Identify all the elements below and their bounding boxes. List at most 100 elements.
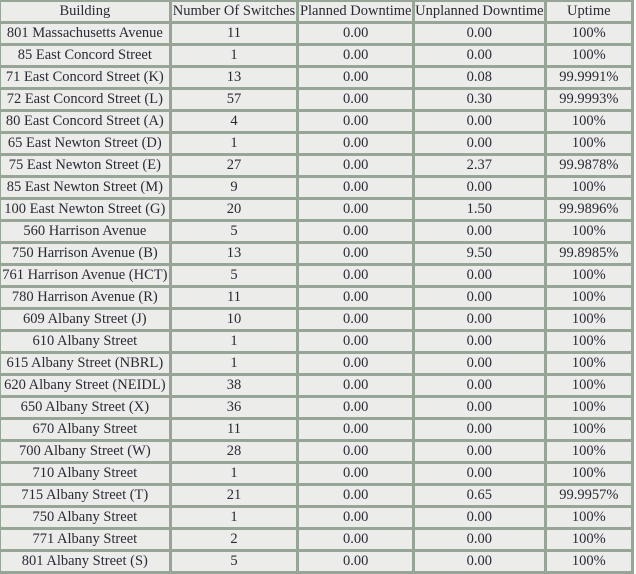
cell-switches: 38 xyxy=(171,376,297,395)
cell-building: 610 Albany Street xyxy=(1,332,169,351)
cell-switches: 2 xyxy=(171,530,297,549)
cell-uptime: 100% xyxy=(546,552,631,571)
cell-unplanned-downtime: 1.50 xyxy=(415,200,544,219)
cell-switches: 1 xyxy=(171,464,297,483)
cell-building: 560 Harrison Avenue xyxy=(1,222,169,241)
cell-unplanned-downtime: 0.00 xyxy=(415,288,544,307)
cell-uptime: 100% xyxy=(546,354,631,373)
table-body: 801 Massachusetts Avenue 11 0.00 0.00 100% 85… xyxy=(1,24,631,571)
cell-building: 85 East Concord Street xyxy=(1,46,169,65)
table-row: 715 Albany Street (T) 21 0.00 0.65 99.9957% xyxy=(1,486,631,505)
table-row: 801 Albany Street (S) 5 0.00 0.00 100% xyxy=(1,552,631,571)
cell-planned-downtime: 0.00 xyxy=(299,530,413,549)
cell-building: 72 East Concord Street (L) xyxy=(1,90,169,109)
table-row: 670 Albany Street 11 0.00 0.00 100% xyxy=(1,420,631,439)
cell-switches: 1 xyxy=(171,46,297,65)
cell-building: 650 Albany Street (X) xyxy=(1,398,169,417)
table-row: 72 East Concord Street (L) 57 0.00 0.30 99.9… xyxy=(1,90,631,109)
cell-unplanned-downtime: 0.00 xyxy=(415,24,544,43)
cell-unplanned-downtime: 0.65 xyxy=(415,486,544,505)
cell-planned-downtime: 0.00 xyxy=(299,486,413,505)
cell-uptime: 100% xyxy=(546,508,631,527)
cell-uptime: 100% xyxy=(546,134,631,153)
table-row: 710 Albany Street 1 0.00 0.00 100% xyxy=(1,464,631,483)
cell-switches: 5 xyxy=(171,552,297,571)
cell-switches: 1 xyxy=(171,134,297,153)
cell-switches: 1 xyxy=(171,354,297,373)
cell-uptime: 99.9878% xyxy=(546,156,631,175)
cell-unplanned-downtime: 0.00 xyxy=(415,178,544,197)
cell-switches: 27 xyxy=(171,156,297,175)
cell-planned-downtime: 0.00 xyxy=(299,420,413,439)
cell-building: 80 East Concord Street (A) xyxy=(1,112,169,131)
cell-uptime: 100% xyxy=(546,376,631,395)
table-row: 560 Harrison Avenue 5 0.00 0.00 100% xyxy=(1,222,631,241)
cell-building: 71 East Concord Street (K) xyxy=(1,68,169,87)
column-header-uptime: Uptime xyxy=(546,2,631,21)
cell-building: 615 Albany Street (NBRL) xyxy=(1,354,169,373)
building-uptime-table: Building Number Of Switches Planned Down… xyxy=(0,0,634,574)
cell-switches: 1 xyxy=(171,332,297,351)
column-header-switches: Number Of Switches xyxy=(171,2,297,21)
cell-planned-downtime: 0.00 xyxy=(299,464,413,483)
table-row: 75 East Newton Street (E) 27 0.00 2.37 99.98… xyxy=(1,156,631,175)
cell-unplanned-downtime: 0.00 xyxy=(415,398,544,417)
cell-planned-downtime: 0.00 xyxy=(299,552,413,571)
cell-planned-downtime: 0.00 xyxy=(299,244,413,263)
cell-building: 620 Albany Street (NEIDL) xyxy=(1,376,169,395)
cell-unplanned-downtime: 0.00 xyxy=(415,552,544,571)
cell-uptime: 100% xyxy=(546,310,631,329)
cell-switches: 57 xyxy=(171,90,297,109)
cell-uptime: 100% xyxy=(546,398,631,417)
cell-switches: 13 xyxy=(171,244,297,263)
cell-planned-downtime: 0.00 xyxy=(299,332,413,351)
cell-uptime: 99.9993% xyxy=(546,90,631,109)
table-row: 80 East Concord Street (A) 4 0.00 0.00 100% xyxy=(1,112,631,131)
cell-planned-downtime: 0.00 xyxy=(299,310,413,329)
cell-unplanned-downtime: 2.37 xyxy=(415,156,544,175)
cell-planned-downtime: 0.00 xyxy=(299,46,413,65)
cell-switches: 11 xyxy=(171,420,297,439)
cell-planned-downtime: 0.00 xyxy=(299,222,413,241)
table-row: 615 Albany Street (NBRL) 1 0.00 0.00 100% xyxy=(1,354,631,373)
cell-switches: 10 xyxy=(171,310,297,329)
cell-switches: 11 xyxy=(171,288,297,307)
cell-uptime: 100% xyxy=(546,46,631,65)
table-row: 761 Harrison Avenue (HCT) 5 0.00 0.00 100% xyxy=(1,266,631,285)
table-row: 610 Albany Street 1 0.00 0.00 100% xyxy=(1,332,631,351)
cell-uptime: 100% xyxy=(546,112,631,131)
cell-building: 710 Albany Street xyxy=(1,464,169,483)
cell-switches: 21 xyxy=(171,486,297,505)
table-row: 700 Albany Street (W) 28 0.00 0.00 100% xyxy=(1,442,631,461)
table-row: 65 East Newton Street (D) 1 0.00 0.00 100% xyxy=(1,134,631,153)
cell-unplanned-downtime: 0.00 xyxy=(415,376,544,395)
cell-switches: 5 xyxy=(171,222,297,241)
cell-building: 801 Massachusetts Avenue xyxy=(1,24,169,43)
cell-unplanned-downtime: 0.00 xyxy=(415,442,544,461)
cell-planned-downtime: 0.00 xyxy=(299,354,413,373)
cell-unplanned-downtime: 0.00 xyxy=(415,310,544,329)
cell-unplanned-downtime: 0.00 xyxy=(415,222,544,241)
cell-unplanned-downtime: 0.00 xyxy=(415,530,544,549)
cell-building: 750 Albany Street xyxy=(1,508,169,527)
cell-building: 85 East Newton Street (M) xyxy=(1,178,169,197)
cell-uptime: 99.9991% xyxy=(546,68,631,87)
cell-unplanned-downtime: 0.00 xyxy=(415,332,544,351)
cell-planned-downtime: 0.00 xyxy=(299,90,413,109)
cell-switches: 13 xyxy=(171,68,297,87)
table-row: 609 Albany Street (J) 10 0.00 0.00 100% xyxy=(1,310,631,329)
cell-building: 771 Albany Street xyxy=(1,530,169,549)
cell-planned-downtime: 0.00 xyxy=(299,288,413,307)
cell-planned-downtime: 0.00 xyxy=(299,442,413,461)
cell-uptime: 100% xyxy=(546,24,631,43)
cell-unplanned-downtime: 0.30 xyxy=(415,90,544,109)
cell-uptime: 100% xyxy=(546,222,631,241)
column-header-building: Building xyxy=(1,2,169,21)
cell-uptime: 100% xyxy=(546,332,631,351)
table-row: 750 Harrison Avenue (B) 13 0.00 9.50 99.8985… xyxy=(1,244,631,263)
table-row: 620 Albany Street (NEIDL) 38 0.00 0.00 100% xyxy=(1,376,631,395)
cell-planned-downtime: 0.00 xyxy=(299,24,413,43)
cell-planned-downtime: 0.00 xyxy=(299,68,413,87)
cell-unplanned-downtime: 0.00 xyxy=(415,46,544,65)
cell-uptime: 99.9957% xyxy=(546,486,631,505)
